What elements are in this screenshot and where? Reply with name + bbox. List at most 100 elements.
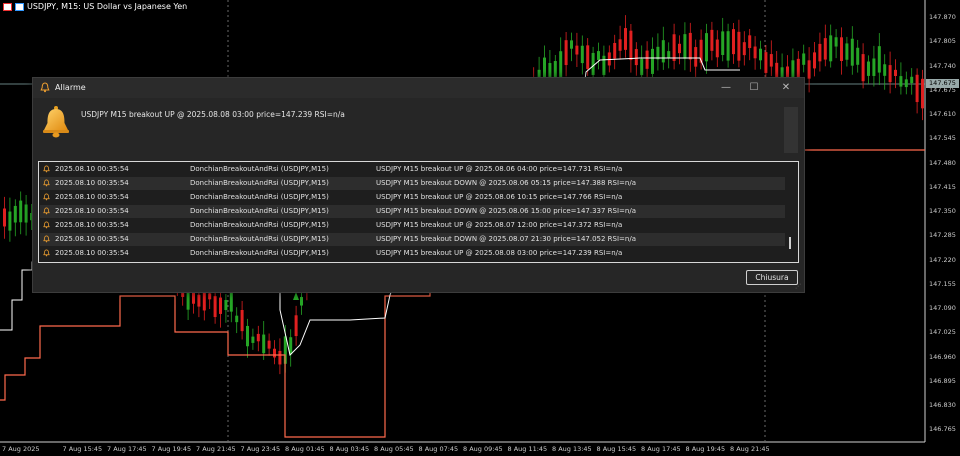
alert-text: USDJPY M15 breakout UP @ 2025.08.06 10:1… [376,193,623,201]
candle [602,55,606,76]
bell-icon [43,106,69,138]
time-tick-label: 8 Aug 11:45 [507,445,548,453]
chart-title: USDJPY, M15: US Dollar vs Japanese Yen [27,2,188,11]
alerts-list[interactable]: 2025.08.10 00:35:54 DonchianBreakoutAndRs… [38,161,799,263]
alert-source: DonchianBreakoutAndRsi (USDJPY,M15) [190,179,329,187]
price-tick-label: 146.960 [929,352,956,361]
candle [769,54,773,67]
time-tick-label: 8 Aug 01:45 [285,445,325,453]
candle [904,79,908,88]
chart-icon [15,2,24,11]
candle [688,32,692,60]
time-tick-label: 8 Aug 19:45 [685,445,726,453]
candle [818,43,822,62]
price-tick-label: 147.805 [929,37,956,46]
candle [823,38,827,60]
alert-row[interactable]: 2025.08.10 00:35:54 DonchianBreakoutAndRs… [40,177,785,190]
price-tick-label: 147.415 [929,182,956,191]
candle [640,58,644,76]
price-tick-label: 147.740 [929,61,956,70]
candle [802,53,806,65]
close-window-button[interactable]: ✕ [773,80,799,96]
candle [543,57,546,78]
alert-row[interactable]: 2025.08.10 00:35:54 DonchianBreakoutAndRs… [40,163,785,176]
alert-time: 2025.08.10 00:35:54 [55,249,129,257]
bell-icon [43,235,50,243]
time-tick-label: 8 Aug 21:45 [730,445,770,453]
alert-text: USDJPY M15 breakout DOWN @ 2025.08.06 15… [376,207,637,215]
candle [273,348,276,358]
candle [856,47,860,65]
candle [300,296,303,306]
message-scrollbar[interactable] [784,107,798,153]
alert-time: 2025.08.10 00:35:54 [55,207,129,215]
alert-source: DonchianBreakoutAndRsi (USDJPY,M15) [190,207,329,215]
candle [591,52,595,76]
price-tick-label: 147.610 [929,110,956,118]
candle [240,309,244,332]
candle [224,300,228,311]
alert-source: DonchianBreakoutAndRsi (USDJPY,M15) [190,221,329,229]
alert-row[interactable]: 2025.08.10 00:35:54 DonchianBreakoutAndRs… [40,233,785,246]
candle [575,45,579,55]
price-tick-label: 147.480 [929,158,956,167]
candle [597,51,600,60]
candle [710,29,714,51]
alert-source: DonchianBreakoutAndRsi (USDJPY,M15) [190,193,329,201]
candle [294,315,298,337]
time-tick-label: 8 Aug 09:45 [463,445,503,453]
candle [683,34,687,59]
alert-row[interactable]: 2025.08.10 00:35:54 DonchianBreakoutAndRs… [40,191,785,204]
alerts-scrollbar[interactable] [787,163,796,260]
price-tick-label: 146.830 [929,401,956,409]
buy-arrow-icon [293,292,299,300]
candle [580,45,584,64]
time-axis[interactable]: 7 Aug 2025 7 Aug 15:45 7 Aug 17:45 7 Aug 19… [0,442,925,456]
price-tick-label: 146.895 [929,376,956,385]
maximize-button[interactable]: ☐ [741,80,767,96]
candle [678,43,681,54]
resize-grip-icon[interactable]: ⋰ [795,283,801,290]
time-tick-label: 8 Aug 07:45 [418,445,459,453]
candle [910,76,914,84]
candle [618,39,622,51]
bell-icon [43,207,50,215]
chart-symbol-header: USDJPY, M15: US Dollar vs Japanese Yen [3,2,187,11]
candle [764,52,768,73]
candle [564,40,568,66]
candle [667,51,671,58]
price-tick-label: 147.285 [929,231,956,240]
alert-time: 2025.08.10 00:35:54 [55,165,129,173]
alert-source: DonchianBreakoutAndRsi (USDJPY,M15) [190,249,329,257]
time-tick-label: 7 Aug 23:45 [240,445,281,453]
candle [888,65,892,83]
scrollbar-thumb[interactable] [789,237,791,249]
candle [262,334,266,354]
time-tick-label: 7 Aug 2025 [2,445,40,453]
alert-time: 2025.08.10 00:35:54 [55,235,129,243]
candle [213,296,217,318]
price-axis[interactable]: 147.870 147.805 147.740 147.675 147.610 147.5… [925,0,960,442]
time-tick-label: 8 Aug 15:45 [596,445,637,453]
alert-row[interactable]: 2025.08.10 00:35:54 DonchianBreakoutAndRs… [40,247,785,260]
candle [24,204,28,223]
candle [278,350,282,365]
alert-row[interactable]: 2025.08.10 00:35:54 DonchianBreakoutAndRs… [40,219,785,232]
candle [13,205,17,223]
candle [753,46,757,59]
candle [796,58,800,78]
minimize-button[interactable]: — [713,80,739,96]
candle [867,61,870,76]
dialog-titlebar[interactable]: Allarme — ☐ ✕ [33,78,804,98]
bell-icon [43,221,50,229]
candle [256,333,260,342]
candle [721,31,725,56]
bell-icon [43,165,50,173]
alert-text: USDJPY M15 breakout DOWN @ 2025.08.07 21… [376,235,637,243]
bell-icon [40,82,50,93]
candle [645,50,649,69]
current-price-tag: 147.675 [926,79,959,88]
close-button[interactable]: Chiusura [746,270,798,285]
price-tick-label: 147.025 [929,328,956,337]
alert-row[interactable]: 2025.08.10 00:35:54 DonchianBreakoutAndRs… [40,205,785,218]
